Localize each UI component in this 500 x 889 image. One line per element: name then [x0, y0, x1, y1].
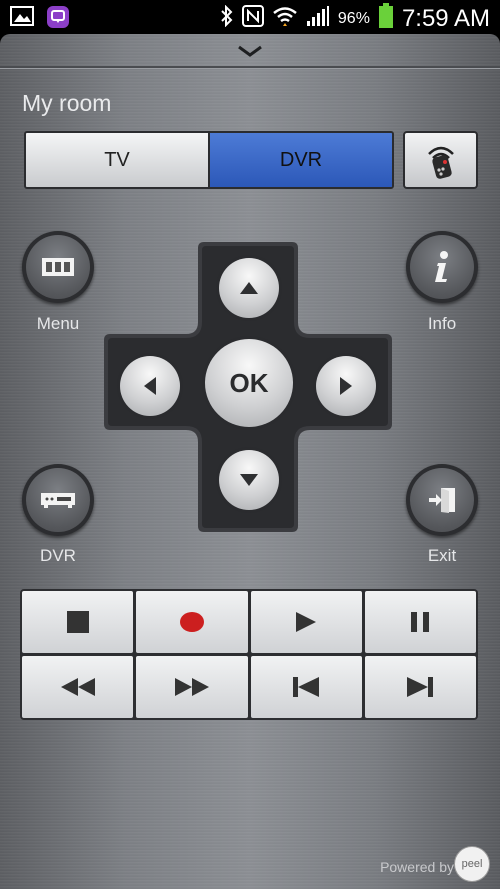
arrow-left-icon — [144, 377, 156, 395]
fast-forward-button[interactable] — [136, 656, 248, 718]
pause-icon — [411, 612, 430, 632]
play-button[interactable] — [250, 591, 362, 653]
menu-button[interactable] — [22, 231, 94, 303]
grid-menu-icon — [42, 258, 74, 276]
powered-by-text: Powered by — [380, 859, 454, 875]
status-bar: 96% 7:59 AM — [0, 0, 500, 34]
exit-label: Exit — [427, 546, 457, 565]
tab-tv[interactable]: TV — [26, 133, 210, 187]
device-selector: TV DVR — [24, 131, 394, 189]
dpad-right-button[interactable] — [313, 353, 379, 419]
arrow-right-icon — [340, 377, 352, 395]
battery-percent: 96% — [337, 9, 370, 27]
arrow-up-icon — [240, 282, 258, 294]
info-button[interactable] — [406, 231, 478, 303]
ok-label: OK — [229, 367, 269, 398]
fast-forward-icon — [174, 678, 209, 696]
previous-button[interactable] — [250, 656, 362, 718]
remote-panel: My room TV DVR Menu Info DVR Exit OK Pow… — [0, 34, 500, 889]
play-icon — [296, 612, 317, 632]
chat-app-icon — [46, 5, 70, 34]
dpad-down-button[interactable] — [216, 447, 282, 513]
nfc-icon — [241, 5, 264, 32]
rewind-button[interactable] — [22, 656, 134, 718]
record-button[interactable] — [136, 591, 248, 653]
pause-button[interactable] — [364, 591, 476, 653]
bluetooth-icon — [220, 4, 234, 32]
media-controls — [20, 589, 478, 720]
battery-icon — [378, 3, 394, 34]
collapse-handle[interactable] — [0, 34, 500, 68]
remote-control-icon — [427, 146, 454, 179]
dvr-button[interactable] — [22, 464, 94, 536]
arrow-down-icon — [240, 474, 258, 486]
info-icon — [435, 251, 448, 282]
peel-logo-text: peel — [461, 858, 483, 870]
wifi-icon — [272, 5, 298, 32]
rewind-icon — [60, 678, 95, 696]
exit-door-icon — [429, 488, 455, 513]
image-icon — [10, 5, 34, 34]
signal-icon — [306, 5, 330, 32]
chevron-down-icon — [238, 45, 262, 57]
stop-icon — [66, 611, 89, 633]
dpad-left-button[interactable] — [117, 353, 183, 419]
room-title: My room — [22, 90, 112, 116]
record-icon — [179, 612, 204, 632]
dvr-label: DVR — [40, 546, 76, 565]
previous-icon — [293, 677, 320, 697]
ok-button[interactable]: OK — [202, 336, 296, 430]
next-button[interactable] — [364, 656, 476, 718]
stop-button[interactable] — [22, 591, 134, 653]
exit-button[interactable] — [406, 464, 478, 536]
dpad-up-button[interactable] — [216, 255, 282, 321]
dvr-box-icon — [41, 493, 75, 508]
peel-logo: peel — [454, 846, 490, 882]
menu-label: Menu — [36, 314, 80, 333]
next-icon — [407, 677, 434, 697]
remote-settings-button[interactable] — [403, 131, 478, 189]
info-label: Info — [427, 314, 457, 333]
clock-time: 7:59 AM — [401, 4, 490, 32]
tab-dvr[interactable]: DVR — [210, 133, 392, 187]
